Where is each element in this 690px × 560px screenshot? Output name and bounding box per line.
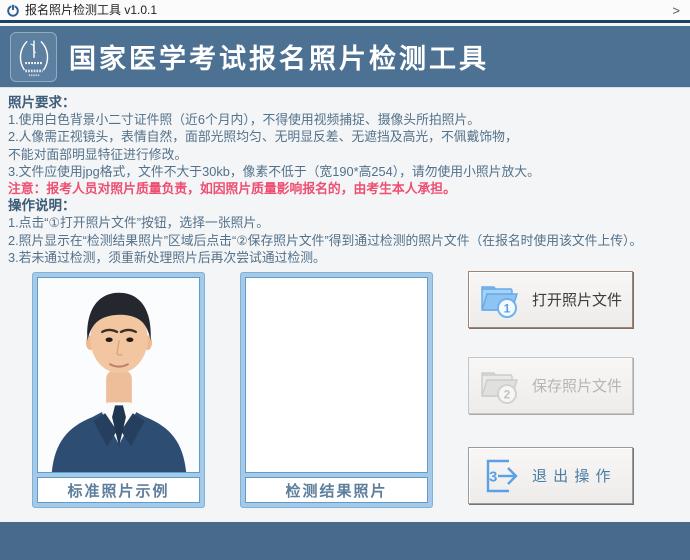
save-folder-icon-disabled: 2 bbox=[479, 367, 521, 405]
medical-emblem-icon bbox=[14, 35, 54, 79]
open-photo-label: 打开照片文件 bbox=[532, 289, 622, 310]
svg-text:2: 2 bbox=[504, 387, 511, 401]
operations-heading: 操作说明： bbox=[8, 197, 686, 214]
operation-line: 1.点击“①打开照片文件”按钮，选择一张照片。 bbox=[8, 214, 686, 231]
header-banner: 国家医学考试报名照片检测工具 bbox=[0, 26, 690, 88]
open-photo-button[interactable]: 1 打开照片文件 bbox=[468, 271, 633, 328]
app-power-icon bbox=[6, 3, 20, 17]
svg-text:3: 3 bbox=[489, 468, 497, 485]
open-folder-icon: 1 bbox=[479, 281, 521, 319]
exit-label: 退 出 操 作 bbox=[532, 465, 612, 486]
page-title: 国家医学考试报名照片检测工具 bbox=[69, 37, 489, 76]
sample-photo-panel: 标准照片示例 bbox=[32, 272, 205, 508]
titlebar: 报名照片检测工具 v1.0.1 > bbox=[0, 0, 690, 23]
instructions-block: 照片要求： 1.使用白色背景小二寸证件照（近6个月内），不得使用视频捕捉、摄像头… bbox=[8, 94, 686, 266]
result-photo-panel: 检测结果照片 bbox=[240, 272, 433, 508]
sample-photo-label: 标准照片示例 bbox=[37, 477, 200, 503]
exit-button[interactable]: 3 退 出 操 作 bbox=[468, 447, 633, 504]
operation-line: 2.照片显示在“检测结果照片”区域后点击“②保存照片文件”得到通过检测的照片文件… bbox=[8, 232, 686, 249]
app-window: 报名照片检测工具 v1.0.1 > 国家医学考试报名照片检测工具 照片要求： 1… bbox=[0, 0, 690, 560]
svg-text:1: 1 bbox=[504, 301, 511, 315]
requirement-line: 3.文件应使用jpg格式，文件不大于30kb，像素不低于（宽190*高254），… bbox=[8, 163, 686, 180]
operation-line: 3.若未通过检测，须重新处理照片后再次尝试通过检测。 bbox=[8, 249, 686, 266]
requirement-line: 2.人像需正视镜头，表情自然，面部光照均匀、无明显反差、无遮挡及高光，不佩戴饰物… bbox=[8, 128, 686, 145]
sample-portrait-image bbox=[38, 278, 199, 472]
quality-notice: 注意：报考人员对照片质量负责，如因照片质量影响报名的，由考生本人承担。 bbox=[8, 180, 686, 197]
window-title: 报名照片检测工具 v1.0.1 bbox=[25, 0, 157, 20]
save-photo-button[interactable]: 2 保存照片文件 bbox=[468, 357, 633, 414]
bottom-status-bar bbox=[0, 522, 690, 560]
requirements-heading: 照片要求： bbox=[8, 94, 686, 111]
result-photo-empty bbox=[245, 277, 428, 473]
titlebar-overflow-chevron[interactable]: > bbox=[672, 3, 684, 18]
requirement-line: 1.使用白色背景小二寸证件照（近6个月内），不得使用视频捕捉、摄像头所拍照片。 bbox=[8, 111, 686, 128]
sample-photo bbox=[37, 277, 200, 473]
requirement-line: 不能对面部明显特征进行修改。 bbox=[8, 146, 686, 163]
app-logo bbox=[10, 32, 57, 82]
exit-arrow-icon: 3 bbox=[479, 457, 521, 495]
save-photo-label: 保存照片文件 bbox=[532, 375, 622, 396]
result-photo-label: 检测结果照片 bbox=[245, 477, 428, 503]
